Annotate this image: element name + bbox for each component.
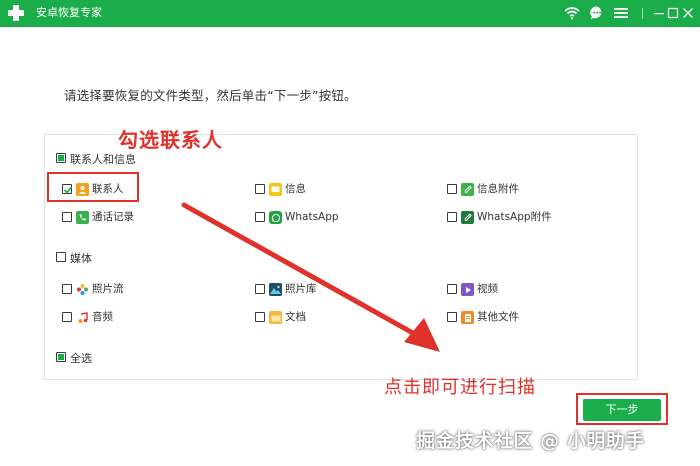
annotation-click-to-scan: 点击即可进行扫描 [384,377,536,398]
watermark-text: 掘金技术社区 @ 小明助手 [416,430,645,452]
next-button[interactable]: 下一步 [583,399,661,421]
